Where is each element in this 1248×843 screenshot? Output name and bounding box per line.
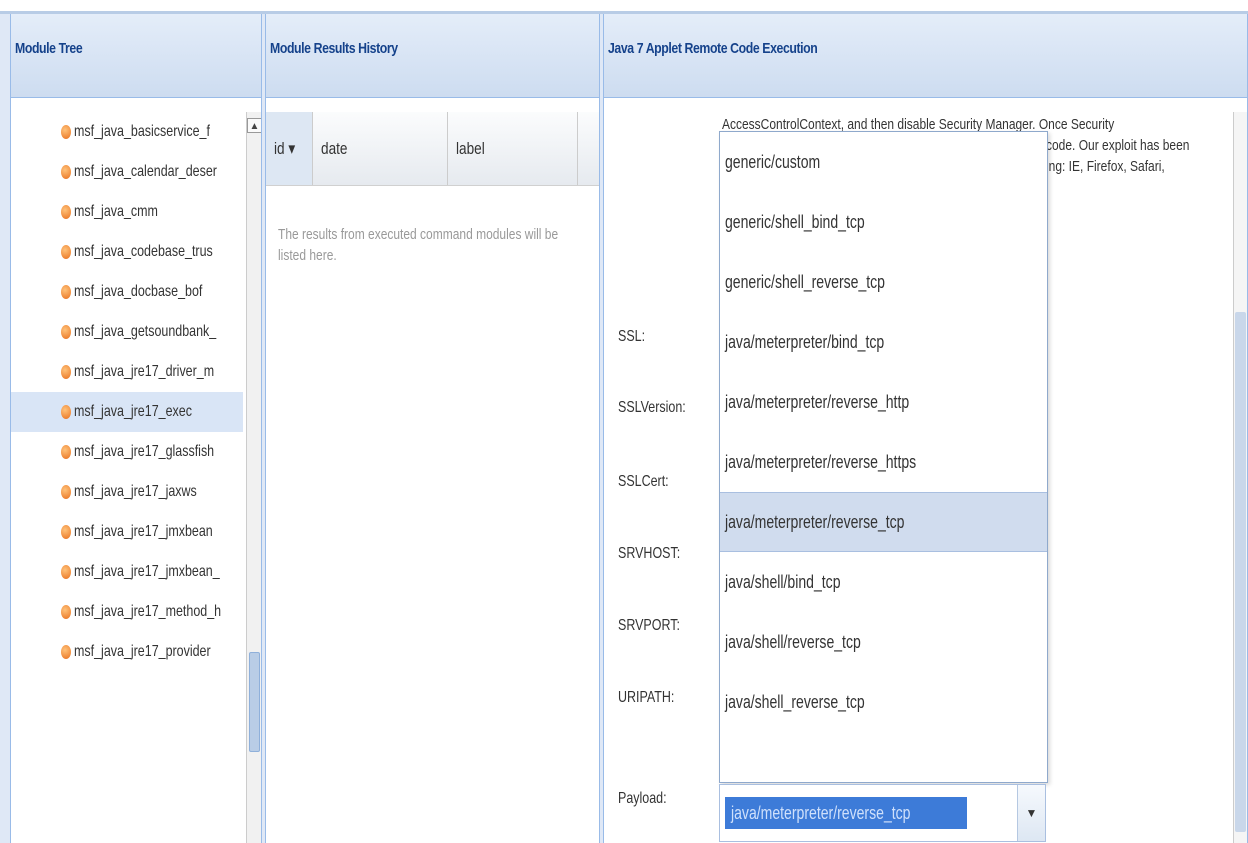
uripath-label: URIPATH: — [618, 689, 675, 706]
tree-item[interactable]: msf_java_docbase_bof — [11, 272, 243, 312]
tree-item[interactable]: msf_java_codebase_trus — [11, 232, 243, 272]
module-tree-header: Module Tree — [11, 14, 261, 98]
tree-item[interactable]: msf_java_cmm — [11, 192, 243, 232]
chevron-down-icon[interactable]: ▼ — [1017, 785, 1045, 841]
tree-item[interactable]: msf_java_basicservice_f — [11, 112, 243, 152]
payload-option[interactable]: java/meterpreter/reverse_http — [720, 372, 1047, 432]
module-bullet-icon — [61, 645, 71, 659]
srvhost-label: SRVHOST: — [618, 545, 681, 562]
payload-label: Payload: — [618, 790, 667, 807]
payload-option-label: generic/shell_bind_tcp — [725, 211, 865, 232]
module-detail-header: Java 7 Applet Remote Code Execution — [604, 14, 1247, 98]
payload-select-value[interactable]: java/meterpreter/reverse_tcp — [725, 797, 968, 829]
column-header-id[interactable]: id ▾ — [266, 112, 313, 185]
payload-option-label: generic/shell_reverse_tcp — [725, 271, 885, 292]
tree-item-label: msf_java_jre17_provider — [74, 643, 211, 660]
tree-item-label: msf_java_getsoundbank_ — [74, 323, 217, 340]
tree-item[interactable]: msf_java_jre17_jaxws — [11, 472, 243, 512]
tree-item[interactable]: msf_java_getsoundbank_ — [11, 312, 243, 352]
tree-item-label: msf_java_jre17_glassfish — [74, 443, 215, 460]
tree-item-label: msf_java_jre17_jmxbean_ — [74, 563, 220, 580]
module-bullet-icon — [61, 165, 71, 179]
payload-option[interactable]: generic/custom — [720, 132, 1047, 192]
payload-option-label: java/shell/reverse_tcp — [725, 631, 861, 652]
module-bullet-icon — [61, 565, 71, 579]
module-tree-title: Module Tree — [15, 40, 83, 57]
payload-option-label: java/meterpreter/reverse_https — [725, 451, 917, 472]
tree-item[interactable]: msf_java_jre17_provider — [11, 632, 243, 672]
tree-item-label: msf_java_jre17_exec — [74, 403, 192, 420]
tree-item[interactable]: msf_java_jre17_glassfish — [11, 432, 243, 472]
tree-item[interactable]: msf_java_jre17_jmxbean_ — [11, 552, 243, 592]
payload-option-label: java/meterpreter/reverse_http — [725, 391, 910, 412]
ssl-version-label: SSLVersion: — [618, 399, 686, 416]
payload-option-selected[interactable]: java/meterpreter/reverse_tcp — [720, 492, 1047, 552]
module-bullet-icon — [61, 205, 71, 219]
tree-scrollbar[interactable]: ▲ — [246, 112, 261, 843]
payload-option[interactable]: generic/shell_reverse_tcp — [720, 252, 1047, 312]
module-detail-title: Java 7 Applet Remote Code Execution — [608, 40, 818, 57]
tree-item[interactable]: msf_java_jre17_method_h — [11, 592, 243, 632]
tree-item-label: msf_java_jre17_driver_m — [74, 363, 215, 380]
top-band — [0, 0, 1248, 14]
column-date-label: date — [321, 138, 348, 158]
module-bullet-icon — [61, 285, 71, 299]
payload-option-label: generic/custom — [725, 151, 821, 172]
tree-item-label: msf_java_calendar_deser — [74, 163, 217, 180]
column-id-label: id ▾ — [274, 138, 296, 158]
results-grid-header: id ▾ date label — [266, 112, 599, 186]
tree-item-label: msf_java_jre17_jaxws — [74, 483, 197, 500]
beef-console: Module Tree msf_java_basicservice_f msf_… — [0, 0, 1248, 843]
ssl-cert-label: SSLCert: — [618, 473, 669, 490]
tree-item-label: msf_java_basicservice_f — [74, 123, 210, 140]
tree-item-label: msf_java_jre17_jmxbean — [74, 523, 213, 540]
payload-option-label: java/meterpreter/reverse_tcp — [725, 511, 905, 532]
scrollbar-thumb[interactable] — [1235, 312, 1246, 832]
module-bullet-icon — [61, 365, 71, 379]
scroll-up-icon[interactable]: ▲ — [247, 118, 261, 133]
results-history-title: Module Results History — [270, 40, 398, 57]
scrollbar-thumb[interactable] — [249, 652, 260, 752]
payload-option[interactable]: java/shell/reverse_tcp — [720, 612, 1047, 672]
payload-option-label: java/shell_reverse_tcp — [725, 691, 865, 712]
module-bullet-icon — [61, 125, 71, 139]
column-header-date[interactable]: date — [313, 112, 448, 185]
module-tree-panel: Module Tree msf_java_basicservice_f msf_… — [10, 14, 262, 843]
module-bullet-icon — [61, 485, 71, 499]
srvport-label: SRVPORT: — [618, 617, 680, 634]
tree-item-selected[interactable]: msf_java_jre17_exec — [11, 392, 243, 432]
module-bullet-icon — [61, 525, 71, 539]
payload-option-label: java/shell/bind_tcp — [725, 571, 841, 592]
column-label-label: label — [456, 138, 485, 158]
payload-dropdown-list[interactable]: generic/custom generic/shell_bind_tcp ge… — [719, 131, 1048, 783]
detail-scrollbar[interactable] — [1233, 112, 1247, 843]
ssl-label: SSL: — [618, 328, 646, 345]
tree-item-label: msf_java_jre17_method_h — [74, 603, 222, 620]
tree-item-label: msf_java_codebase_trus — [74, 243, 213, 260]
payload-option[interactable]: java/shell_reverse_tcp — [720, 672, 1047, 732]
payload-select[interactable]: java/meterpreter/reverse_tcp ▼ — [719, 784, 1046, 842]
results-empty-message: The results from executed command module… — [278, 226, 559, 264]
module-bullet-icon — [61, 405, 71, 419]
module-bullet-icon — [61, 245, 71, 259]
module-bullet-icon — [61, 445, 71, 459]
tree-item-label: msf_java_docbase_bof — [74, 283, 203, 300]
results-history-header: Module Results History — [266, 14, 599, 98]
column-header-label[interactable]: label — [448, 112, 578, 185]
module-tree-list: msf_java_basicservice_f msf_java_calenda… — [11, 112, 243, 672]
payload-option[interactable]: java/shell/bind_tcp — [720, 552, 1047, 612]
payload-option-label: java/meterpreter/bind_tcp — [725, 331, 885, 352]
tree-item[interactable]: msf_java_jre17_driver_m — [11, 352, 243, 392]
tree-item[interactable]: msf_java_jre17_jmxbean — [11, 512, 243, 552]
results-history-panel: Module Results History id ▾ date label T… — [265, 14, 600, 843]
payload-option[interactable]: java/meterpreter/bind_tcp — [720, 312, 1047, 372]
tree-item[interactable]: msf_java_calendar_deser — [11, 152, 243, 192]
module-bullet-icon — [61, 605, 71, 619]
payload-option[interactable]: generic/shell_bind_tcp — [720, 192, 1047, 252]
payload-select-text: java/meterpreter/reverse_tcp — [731, 803, 911, 823]
payload-option[interactable]: java/meterpreter/reverse_https — [720, 432, 1047, 492]
tree-item-label: msf_java_cmm — [74, 203, 158, 220]
module-detail-panel: Java 7 Applet Remote Code Execution Acce… — [603, 14, 1248, 843]
module-bullet-icon — [61, 325, 71, 339]
